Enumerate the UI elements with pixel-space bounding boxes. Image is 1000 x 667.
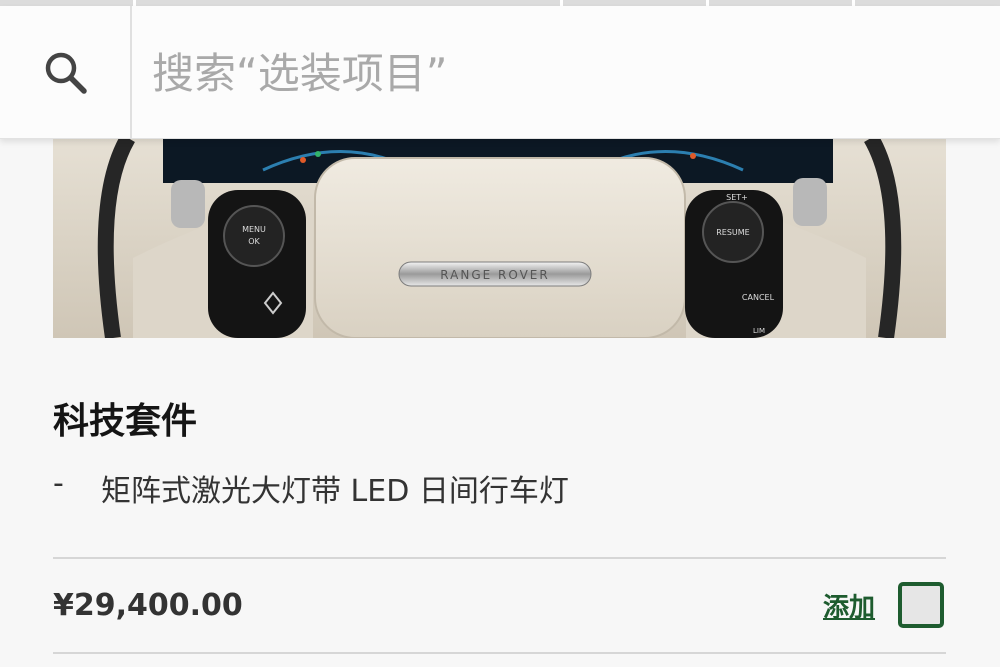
checkbox-icon[interactable] <box>898 582 944 628</box>
range-rover-badge-text: RANGE ROVER <box>440 268 549 282</box>
package-hero-image: RANGE ROVER MENU OK RESUME SET+ CANCEL L… <box>53 138 946 338</box>
package-price: ¥29,400.00 <box>53 588 243 623</box>
divider-bottom <box>53 652 946 654</box>
lim-label: LIM <box>753 327 765 335</box>
feature-list-item: - 矩阵式激光大灯带 LED 日间行车灯 <box>53 466 946 509</box>
search-bar <box>0 6 1000 140</box>
add-package-link[interactable]: 添加 <box>823 587 875 624</box>
divider-top <box>53 557 946 559</box>
feature-bullet: - <box>53 466 64 501</box>
menu-label: MENU <box>242 225 266 234</box>
package-title: 科技套件 <box>53 401 198 442</box>
search-button[interactable] <box>0 6 132 138</box>
search-icon <box>45 52 87 94</box>
set-plus-label: SET+ <box>726 193 748 202</box>
resume-label: RESUME <box>716 228 750 237</box>
feature-text: 矩阵式激光大灯带 LED 日间行车灯 <box>101 474 569 509</box>
search-input[interactable] <box>150 6 974 140</box>
ok-label: OK <box>248 237 260 246</box>
cancel-label: CANCEL <box>742 293 775 302</box>
